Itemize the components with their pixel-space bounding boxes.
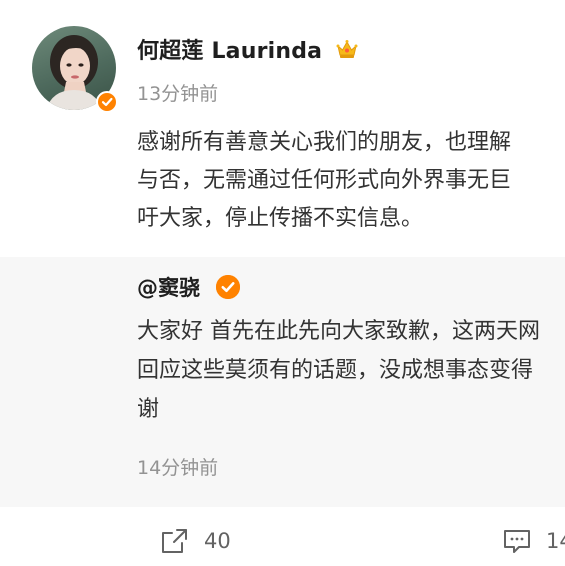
comment-icon — [504, 530, 530, 553]
post-timestamp[interactable]: 13分钟前 — [137, 79, 218, 106]
post-text-line: 吁大家，停止传播不实信息。 — [137, 206, 424, 231]
share-icon — [162, 529, 187, 553]
repost-timestamp[interactable]: 14分钟前 — [137, 453, 218, 480]
repost-text-line: 回应这些莫须有的话题，没成想事态变得 — [137, 358, 534, 383]
crown-icon — [336, 40, 358, 58]
share-button[interactable]: 40 — [160, 524, 231, 558]
share-count: 40 — [204, 529, 231, 553]
weibo-post: 何超莲 Laurinda 13分钟前 感谢所有善意关心我们的朋友，也理解 与否，… — [0, 0, 565, 566]
comment-count: 14 — [546, 529, 565, 553]
post-author-name[interactable]: 何超莲 Laurinda — [137, 33, 322, 65]
post-text: 感谢所有善意关心我们的朋友，也理解 与否，无需通过任何形式向外界事无巨 吁大家，… — [137, 124, 565, 238]
verified-badge-icon — [216, 275, 240, 299]
repost-text-line: 谢 — [137, 397, 160, 422]
repost-author-name[interactable]: @窦骁 — [137, 272, 200, 302]
verified-badge-icon — [96, 91, 118, 113]
post-text-line: 与否，无需通过任何形式向外界事无巨 — [137, 168, 512, 193]
post-text-line: 感谢所有善意关心我们的朋友，也理解 — [137, 130, 512, 155]
repost-text-line: 大家好 首先在此先向大家致歉，这两天网 — [137, 319, 540, 344]
comment-button[interactable]: 14 — [502, 524, 565, 558]
repost-text: 大家好 首先在此先向大家致歉，这两天网 回应这些莫须有的话题，没成想事态变得 谢 — [137, 312, 565, 429]
